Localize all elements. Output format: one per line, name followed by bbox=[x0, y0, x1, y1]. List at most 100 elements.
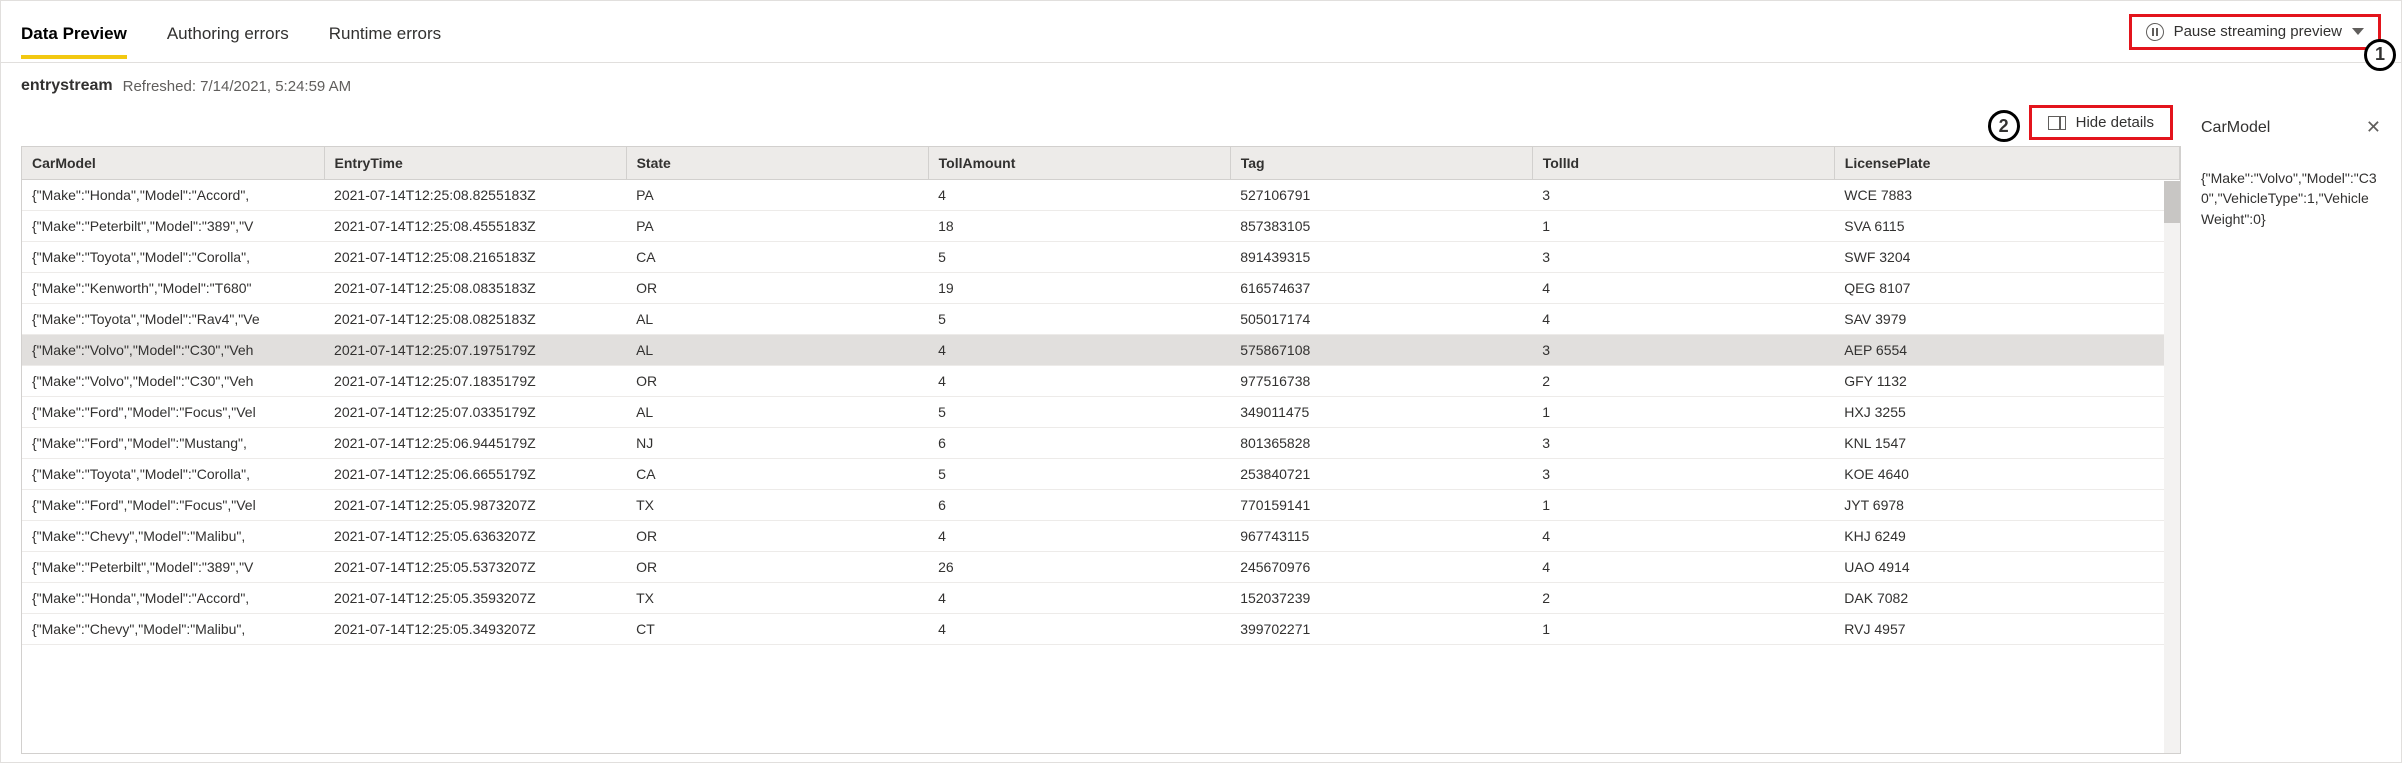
table-row[interactable]: {"Make":"Honda","Model":"Accord",2021-07… bbox=[22, 180, 2180, 211]
cell-tag: 527106791 bbox=[1230, 180, 1532, 211]
cell-amount: 26 bbox=[928, 552, 1230, 583]
tabs: Data Preview Authoring errors Runtime er… bbox=[21, 1, 441, 62]
cell-amount: 4 bbox=[928, 180, 1230, 211]
cell-tag: 891439315 bbox=[1230, 242, 1532, 273]
stream-info-row: entrystream Refreshed: 7/14/2021, 5:24:5… bbox=[1, 63, 2401, 105]
cell-plate: UAO 4914 bbox=[1834, 552, 2179, 583]
cell-time: 2021-07-14T12:25:08.8255183Z bbox=[324, 180, 626, 211]
cell-time: 2021-07-14T12:25:05.3493207Z bbox=[324, 614, 626, 645]
chevron-down-icon bbox=[2352, 28, 2364, 35]
cell-state: CA bbox=[626, 459, 928, 490]
table-row[interactable]: {"Make":"Volvo","Model":"C30","Veh2021-0… bbox=[22, 335, 2180, 366]
cell-amount: 4 bbox=[928, 335, 1230, 366]
table-row[interactable]: {"Make":"Toyota","Model":"Rav4","Ve2021-… bbox=[22, 304, 2180, 335]
cell-tag: 399702271 bbox=[1230, 614, 1532, 645]
cell-state: CA bbox=[626, 242, 928, 273]
col-tollid[interactable]: TollId bbox=[1532, 147, 1834, 180]
hide-details-button[interactable]: 2 Hide details bbox=[2029, 105, 2173, 140]
cell-tollid: 4 bbox=[1532, 552, 1834, 583]
table-row[interactable]: {"Make":"Honda","Model":"Accord",2021-07… bbox=[22, 583, 2180, 614]
cell-plate: DAK 7082 bbox=[1834, 583, 2179, 614]
col-tag[interactable]: Tag bbox=[1230, 147, 1532, 180]
tab-data-preview[interactable]: Data Preview bbox=[21, 6, 127, 58]
cell-time: 2021-07-14T12:25:05.5373207Z bbox=[324, 552, 626, 583]
cell-time: 2021-07-14T12:25:05.9873207Z bbox=[324, 490, 626, 521]
col-carmodel[interactable]: CarModel bbox=[22, 147, 324, 180]
cell-amount: 4 bbox=[928, 614, 1230, 645]
table-row[interactable]: {"Make":"Ford","Model":"Focus","Vel2021-… bbox=[22, 397, 2180, 428]
cell-tag: 245670976 bbox=[1230, 552, 1532, 583]
cell-tag: 152037239 bbox=[1230, 583, 1532, 614]
cell-amount: 6 bbox=[928, 490, 1230, 521]
scroll-thumb[interactable] bbox=[2164, 181, 2180, 223]
cell-state: OR bbox=[626, 366, 928, 397]
pause-icon bbox=[2146, 23, 2164, 41]
cell-tollid: 1 bbox=[1532, 490, 1834, 521]
table-row[interactable]: {"Make":"Toyota","Model":"Corolla",2021-… bbox=[22, 242, 2180, 273]
cell-amount: 19 bbox=[928, 273, 1230, 304]
cell-tag: 349011475 bbox=[1230, 397, 1532, 428]
cell-plate: JYT 6978 bbox=[1834, 490, 2179, 521]
cell-time: 2021-07-14T12:25:08.0835183Z bbox=[324, 273, 626, 304]
panel-icon bbox=[2048, 116, 2066, 130]
cell-plate: SAV 3979 bbox=[1834, 304, 2179, 335]
close-icon[interactable]: ✕ bbox=[2366, 117, 2381, 138]
pause-label: Pause streaming preview bbox=[2174, 23, 2342, 40]
table-row[interactable]: {"Make":"Peterbilt","Model":"389","V2021… bbox=[22, 211, 2180, 242]
detail-header: CarModel ✕ bbox=[2201, 117, 2381, 138]
pause-streaming-dropdown[interactable]: Pause streaming preview 1 bbox=[2129, 14, 2381, 50]
table-row[interactable]: {"Make":"Peterbilt","Model":"389","V2021… bbox=[22, 552, 2180, 583]
cell-tag: 801365828 bbox=[1230, 428, 1532, 459]
cell-amount: 5 bbox=[928, 242, 1230, 273]
cell-state: NJ bbox=[626, 428, 928, 459]
col-entrytime[interactable]: EntryTime bbox=[324, 147, 626, 180]
cell-car: {"Make":"Toyota","Model":"Rav4","Ve bbox=[22, 304, 324, 335]
cell-plate: KNL 1547 bbox=[1834, 428, 2179, 459]
cell-tag: 967743115 bbox=[1230, 521, 1532, 552]
cell-plate: GFY 1132 bbox=[1834, 366, 2179, 397]
cell-tollid: 4 bbox=[1532, 304, 1834, 335]
cell-amount: 5 bbox=[928, 304, 1230, 335]
cell-tollid: 4 bbox=[1532, 273, 1834, 304]
cell-car: {"Make":"Honda","Model":"Accord", bbox=[22, 583, 324, 614]
cell-amount: 5 bbox=[928, 397, 1230, 428]
tab-authoring-errors[interactable]: Authoring errors bbox=[167, 6, 289, 58]
hide-details-label: Hide details bbox=[2076, 114, 2154, 131]
detail-title: CarModel bbox=[2201, 119, 2270, 137]
cell-time: 2021-07-14T12:25:08.4555183Z bbox=[324, 211, 626, 242]
cell-state: AL bbox=[626, 397, 928, 428]
cell-time: 2021-07-14T12:25:08.0825183Z bbox=[324, 304, 626, 335]
table-row[interactable]: {"Make":"Ford","Model":"Mustang",2021-07… bbox=[22, 428, 2180, 459]
col-state[interactable]: State bbox=[626, 147, 928, 180]
col-tollamount[interactable]: TollAmount bbox=[928, 147, 1230, 180]
cell-tollid: 3 bbox=[1532, 459, 1834, 490]
cell-plate: SWF 3204 bbox=[1834, 242, 2179, 273]
cell-car: {"Make":"Honda","Model":"Accord", bbox=[22, 180, 324, 211]
cell-car: {"Make":"Peterbilt","Model":"389","V bbox=[22, 211, 324, 242]
cell-time: 2021-07-14T12:25:07.1835179Z bbox=[324, 366, 626, 397]
cell-car: {"Make":"Kenworth","Model":"T680" bbox=[22, 273, 324, 304]
table-row[interactable]: {"Make":"Chevy","Model":"Malibu",2021-07… bbox=[22, 521, 2180, 552]
table-row[interactable]: {"Make":"Chevy","Model":"Malibu",2021-07… bbox=[22, 614, 2180, 645]
cell-car: {"Make":"Volvo","Model":"C30","Veh bbox=[22, 366, 324, 397]
cell-tag: 616574637 bbox=[1230, 273, 1532, 304]
tab-runtime-errors[interactable]: Runtime errors bbox=[329, 6, 441, 58]
table-row[interactable]: {"Make":"Volvo","Model":"C30","Veh2021-0… bbox=[22, 366, 2180, 397]
detail-body: {"Make":"Volvo","Model":"C30","VehicleTy… bbox=[2201, 168, 2381, 229]
cell-state: AL bbox=[626, 335, 928, 366]
cell-tollid: 2 bbox=[1532, 583, 1834, 614]
col-licenseplate[interactable]: LicensePlate bbox=[1834, 147, 2179, 180]
stream-name: entrystream bbox=[21, 77, 113, 95]
table-row[interactable]: {"Make":"Ford","Model":"Focus","Vel2021-… bbox=[22, 490, 2180, 521]
vertical-scrollbar[interactable] bbox=[2164, 181, 2180, 753]
table-row[interactable]: {"Make":"Toyota","Model":"Corolla",2021-… bbox=[22, 459, 2180, 490]
cell-state: PA bbox=[626, 211, 928, 242]
cell-plate: WCE 7883 bbox=[1834, 180, 2179, 211]
cell-car: {"Make":"Peterbilt","Model":"389","V bbox=[22, 552, 324, 583]
table-row[interactable]: {"Make":"Kenworth","Model":"T680"2021-07… bbox=[22, 273, 2180, 304]
cell-amount: 5 bbox=[928, 459, 1230, 490]
cell-time: 2021-07-14T12:25:08.2165183Z bbox=[324, 242, 626, 273]
callout-1: 1 bbox=[2364, 39, 2396, 71]
cell-time: 2021-07-14T12:25:06.6655179Z bbox=[324, 459, 626, 490]
cell-plate: AEP 6554 bbox=[1834, 335, 2179, 366]
